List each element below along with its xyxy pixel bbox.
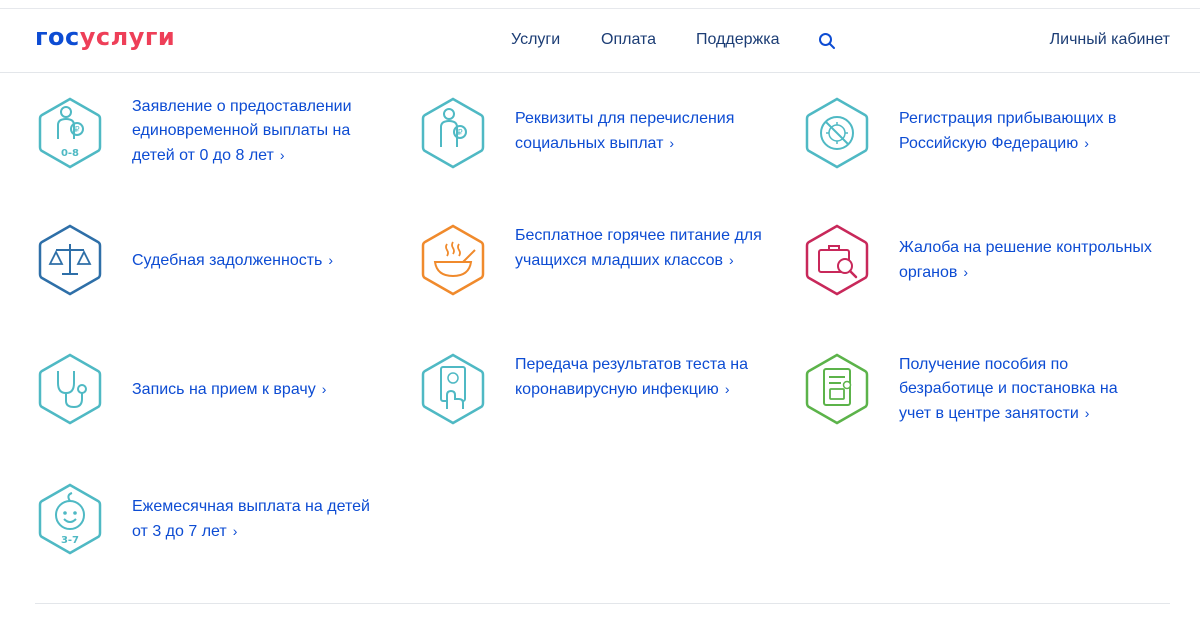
child-payment-icon: ₽ xyxy=(421,97,485,169)
age-badge: 3-7 xyxy=(61,535,79,546)
chevron-right-icon: › xyxy=(729,252,734,268)
baby-face-icon: 3-7 xyxy=(38,483,102,555)
service-label: Жалоба на решение контрольных органов › xyxy=(899,236,1154,285)
chevron-right-icon: › xyxy=(724,381,730,397)
chevron-right-icon: › xyxy=(1084,405,1090,421)
service-card[interactable]: Жалоба на решение контрольных органов › xyxy=(803,222,1163,312)
chevron-right-icon: › xyxy=(963,264,969,280)
service-card[interactable]: ₽ Реквизиты для перечисления социальных … xyxy=(419,95,779,185)
employment-document-icon xyxy=(805,353,869,425)
chevron-right-icon: › xyxy=(232,523,238,539)
chevron-right-icon: › xyxy=(328,252,334,268)
logo-part2: услуги xyxy=(79,23,176,51)
gosuslugi-logo[interactable]: госуслуги xyxy=(35,23,175,51)
bottom-divider xyxy=(35,603,1170,604)
chevron-right-icon: › xyxy=(1084,135,1089,151)
svg-text:₽: ₽ xyxy=(457,128,462,137)
service-card[interactable]: ₽ 0-8 Заявление о предоставлении единовр… xyxy=(36,95,396,185)
scales-icon xyxy=(38,224,102,296)
chevron-right-icon: › xyxy=(669,135,675,151)
age-badge: 0-8 xyxy=(61,148,79,159)
service-label: Бесплатное горячее питание для учащихся … xyxy=(515,224,770,273)
service-label: Передача результатов теста на коронавиру… xyxy=(515,353,770,402)
service-label: Судебная задолженность › xyxy=(132,248,387,273)
header: госуслуги Услуги Оплата Поддержка Личный… xyxy=(0,9,1200,73)
stethoscope-icon xyxy=(38,353,102,425)
service-label: Ежемесячная выплата на детей от 3 до 7 л… xyxy=(132,495,387,544)
child-payment-icon: ₽ 0-8 xyxy=(38,97,102,169)
virus-icon xyxy=(805,97,869,169)
service-card[interactable]: Регистрация прибывающих в Российскую Фед… xyxy=(803,95,1163,185)
personal-cabinet-link[interactable]: Личный кабинет xyxy=(1050,31,1170,49)
nav-payment[interactable]: Оплата xyxy=(601,31,656,49)
search-icon[interactable] xyxy=(818,32,836,50)
service-label: Регистрация прибывающих в Российскую Фед… xyxy=(899,107,1154,156)
hot-food-icon xyxy=(421,224,485,296)
service-label: Получение пособия по безработице и поста… xyxy=(899,353,1154,426)
nav-services[interactable]: Услуги xyxy=(511,31,560,49)
nav-support[interactable]: Поддержка xyxy=(696,31,779,49)
briefcase-search-icon xyxy=(805,224,869,296)
service-card[interactable]: Запись на прием к врачу › xyxy=(36,351,396,441)
service-label: Заявление о предоставлении единовременно… xyxy=(132,95,387,168)
chevron-right-icon: › xyxy=(279,147,285,163)
service-label: Запись на прием к врачу › xyxy=(132,377,387,402)
service-card[interactable]: Судебная задолженность › xyxy=(36,222,396,312)
service-card[interactable]: Бесплатное горячее питание для учащихся … xyxy=(419,222,779,312)
service-card[interactable]: Получение пособия по безработице и поста… xyxy=(803,351,1163,441)
service-card[interactable]: Передача результатов теста на коронавиру… xyxy=(419,351,779,441)
svg-text:₽: ₽ xyxy=(74,125,79,134)
service-card[interactable]: 3-7 Ежемесячная выплата на детей от 3 до… xyxy=(36,481,396,571)
test-result-icon xyxy=(421,353,485,425)
chevron-right-icon: › xyxy=(321,381,327,397)
logo-part1: гос xyxy=(35,23,80,51)
service-label: Реквизиты для перечисления социальных вы… xyxy=(515,107,770,156)
